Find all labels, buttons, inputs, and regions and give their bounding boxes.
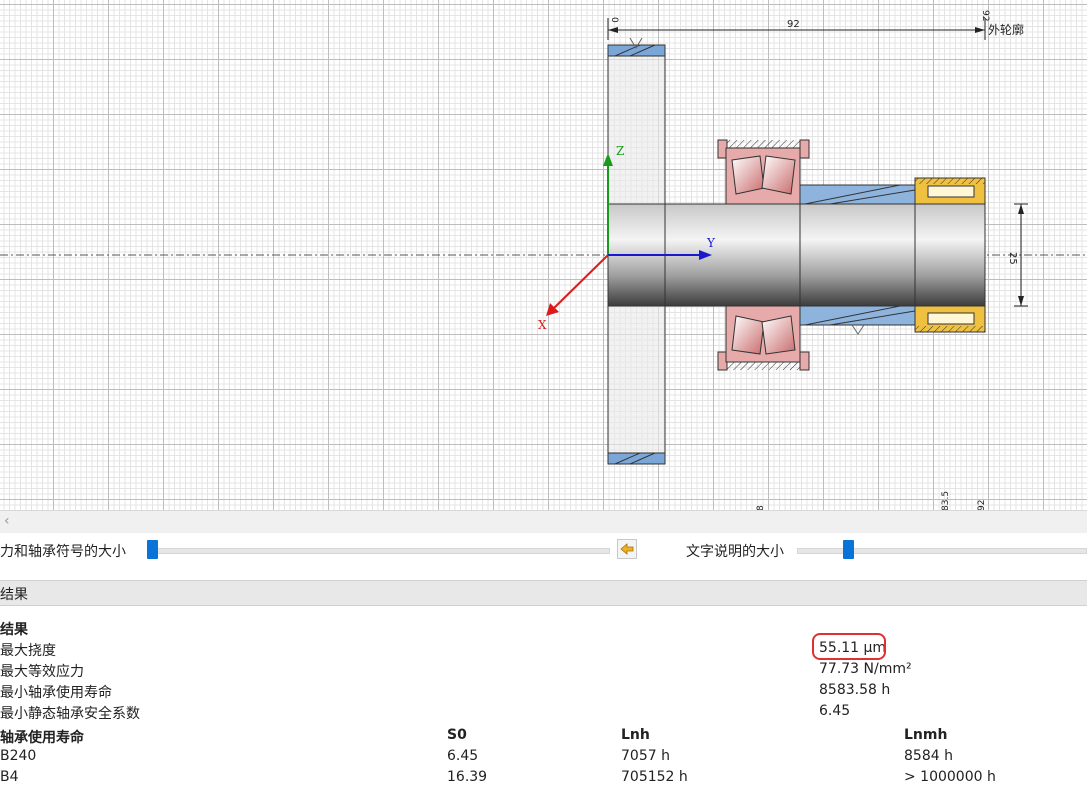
results-section-title: 结果 [0, 622, 28, 638]
dim-right-label: 25 [1007, 252, 1018, 265]
size-slider-bar: 力和轴承符号的大小 文字说明的大小 [0, 533, 1087, 575]
scroll-left-icon[interactable]: ‹ [4, 513, 10, 529]
bearing-lnmh: > 1000000 h [904, 769, 996, 785]
results-panel-header[interactable]: 结果 [0, 580, 1087, 606]
result-value: 8583.58 h [819, 682, 891, 698]
shaft-drawing-canvas[interactable]: 92 0 92 外轮廓 25 Z Y X 8 83.5 92 [0, 0, 1087, 510]
force-size-slider[interactable] [147, 548, 610, 554]
result-value: 6.45 [819, 703, 851, 719]
result-label: 最小静态轴承安全系数 [0, 706, 140, 722]
result-row: 最小静态轴承安全系数 6.45 [0, 703, 1087, 724]
bearing-b240-bottom [717, 305, 810, 371]
bearing-lnmh: 8584 h [904, 748, 953, 764]
axis-x-label: X [538, 318, 547, 332]
table-row: B240 6.45 7057 h 8584 h [0, 748, 1087, 769]
highlight-annotation [812, 633, 886, 660]
bearing-b240-top [717, 139, 810, 205]
result-row: 最大等效应力 77.73 N/mm² [0, 661, 1087, 682]
bearing-table-header: 轴承使用寿命 S0 Lnh Lnmh [0, 727, 1087, 748]
result-row: 最大挠度 55.11 µm [0, 640, 1087, 661]
result-label: 最大挠度 [0, 643, 56, 659]
bottom-label-3: 92 [977, 500, 987, 510]
bottom-label-2: 83.5 [941, 491, 951, 510]
reset-arrow-icon [620, 543, 634, 555]
force-size-label: 力和轴承符号的大小 [0, 544, 126, 560]
force-size-slider-thumb[interactable] [147, 540, 158, 559]
axis-y-label: Y [706, 236, 716, 250]
result-row: 最小轴承使用寿命 8583.58 h [0, 682, 1087, 703]
bearing-b4-top [914, 177, 986, 205]
bearing-lnh: 705152 h [621, 769, 688, 785]
outer-contour-label: 外轮廓 [988, 22, 1024, 37]
shaft-drawing: 92 0 92 外轮廓 25 Z Y X 8 83.5 92 [0, 10, 1087, 510]
result-label: 最大等效应力 [0, 664, 84, 680]
text-size-label: 文字说明的大小 [686, 544, 784, 560]
dim-top-right: 92 [980, 10, 990, 21]
result-label: 最小轴承使用寿命 [0, 685, 112, 701]
result-value: 77.73 N/mm² [819, 661, 912, 677]
text-size-slider[interactable] [797, 548, 1087, 554]
bearing-name: B4 [0, 769, 19, 785]
column-header-s0: S0 [447, 727, 467, 743]
bearing-name: B240 [0, 748, 37, 764]
dim-top-label: 92 [787, 19, 800, 30]
column-header-lnmh: Lnmh [904, 727, 948, 743]
column-header-lnh: Lnh [621, 727, 650, 743]
dim-top-left: 0 [609, 17, 619, 23]
bearing-s0: 6.45 [447, 748, 479, 764]
bearing-b4-bottom [914, 305, 986, 333]
horizontal-scrollbar[interactable]: ‹ [0, 510, 1087, 534]
table-row: B4 16.39 705152 h > 1000000 h [0, 769, 1087, 790]
results-header-title: 结果 [0, 587, 28, 603]
text-size-slider-thumb[interactable] [843, 540, 854, 559]
axis-z-label: Z [616, 144, 624, 158]
results-section-row: 结果 [0, 619, 1087, 640]
bearing-table-title: 轴承使用寿命 [0, 730, 84, 746]
bearing-s0: 16.39 [447, 769, 488, 785]
reset-button[interactable] [617, 539, 637, 559]
bearing-lnh: 7057 h [621, 748, 670, 764]
x-axis [553, 254, 609, 309]
